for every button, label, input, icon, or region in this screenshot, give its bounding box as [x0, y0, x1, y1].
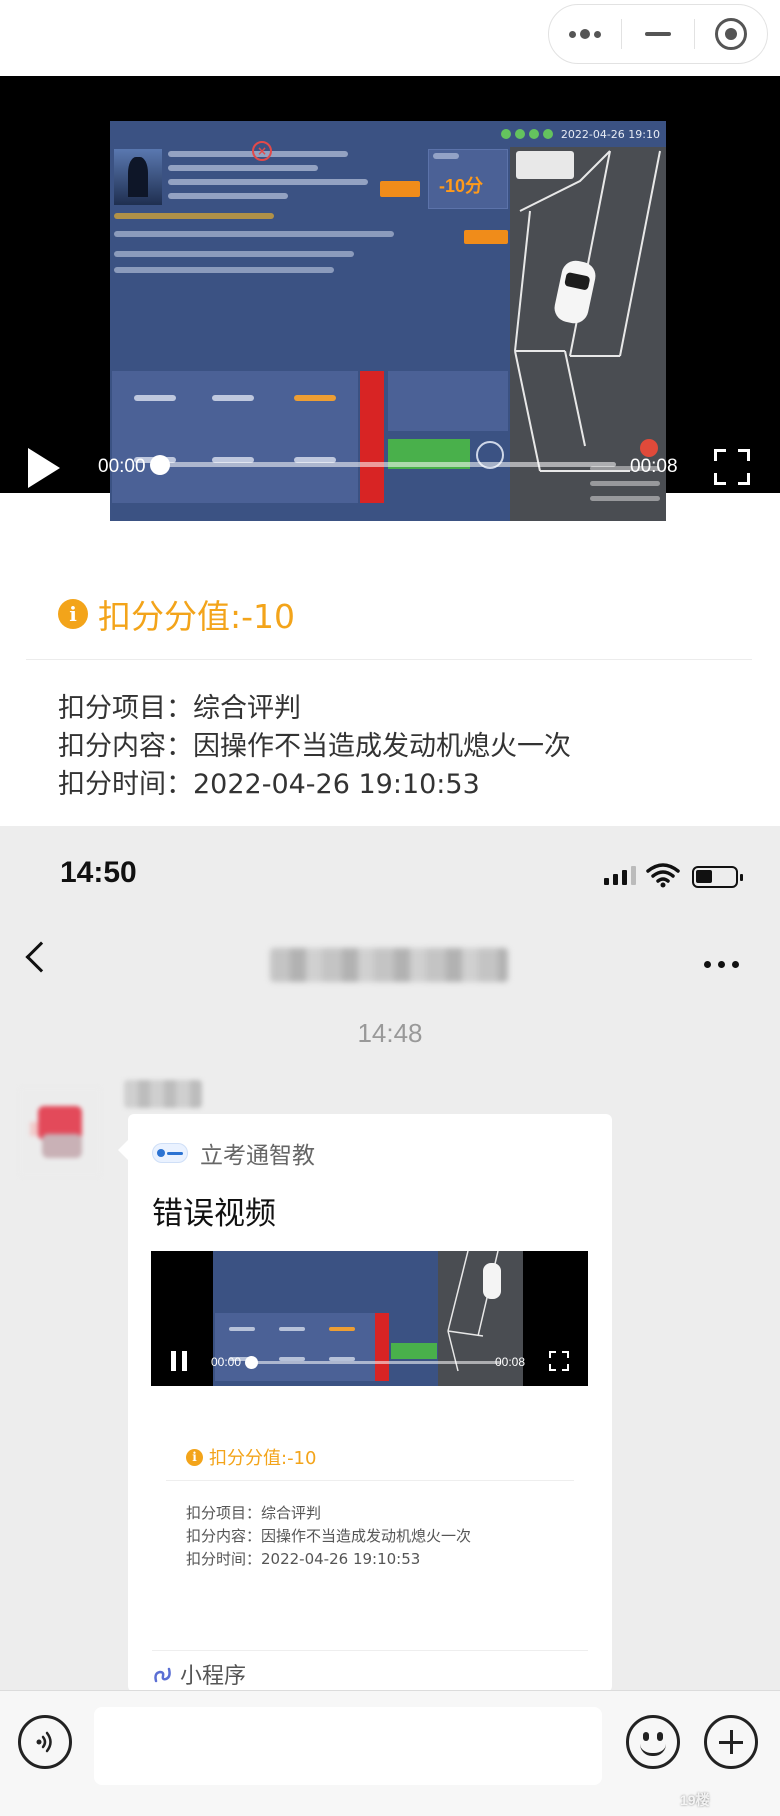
mini-program-card[interactable]: 立考通智教 错误视频 00:00 00:08 i 扣分分值:-10 扣分项目：综… — [118, 1114, 612, 1692]
card-deduction-content: 扣分内容：因操作不当造成发动机熄火一次 — [186, 1527, 472, 1545]
card-source-name: 立考通智教 — [200, 1143, 315, 1169]
video-progress-bar[interactable] — [150, 455, 616, 475]
status-time: 14:50 — [60, 856, 137, 889]
video-player[interactable]: 2022-04-26 19:10 × -10分 00:00 00:08 — [0, 76, 780, 521]
card-video-progress-knob[interactable] — [245, 1356, 258, 1369]
card-source: 立考通智教 — [152, 1136, 315, 1170]
wifi-icon — [646, 863, 680, 888]
message-input[interactable] — [94, 1707, 602, 1785]
minimize-icon — [645, 32, 671, 36]
card-deduction-title: i 扣分分值:-10 — [186, 1444, 316, 1470]
deduction-score: 扣分分值:-10 — [98, 597, 296, 636]
card-deduction-time: 扣分时间：2022-04-26 19:10:53 — [186, 1550, 421, 1568]
mini-program-icon — [154, 1667, 171, 1683]
mini-program-label: 小程序 — [180, 1664, 247, 1689]
card-title: 错误视频 — [152, 1196, 276, 1232]
screen-end-exam — [388, 371, 508, 431]
screen-score-box: -10分 — [428, 149, 508, 209]
close-target-icon — [715, 18, 747, 50]
plus-icon[interactable] — [704, 1715, 758, 1769]
divider — [152, 1650, 588, 1651]
watermark-logo: 19楼 — [680, 1792, 710, 1808]
deduction-title: i 扣分分值:-10 — [58, 590, 295, 638]
deduction-item: 扣分项目：综合评判 — [58, 693, 301, 724]
video-time-total: 00:08 — [630, 456, 678, 477]
chat-more-icon[interactable] — [704, 961, 739, 968]
screen-button-grid — [112, 371, 358, 503]
student-photo — [114, 149, 162, 205]
capsule-menu — [548, 4, 768, 64]
info-icon: i — [58, 599, 88, 629]
screen-location-line — [114, 213, 274, 219]
video-time-current: 00:00 — [98, 456, 146, 477]
mini-program-footer: 小程序 — [152, 1658, 246, 1690]
screen-row — [114, 231, 394, 237]
error-mark-icon: × — [252, 141, 272, 161]
screen-row — [114, 251, 354, 257]
chat-screen: 14:50 14:48 立考通智教 错误视频 00:00 00:08 i 扣分分… — [0, 826, 780, 1816]
card-deduction-score: 扣分分值:-10 — [209, 1448, 317, 1469]
screen-score: -10分 — [439, 176, 484, 196]
screen-red-dot — [640, 439, 658, 457]
divider — [26, 659, 752, 660]
chat-input-bar — [0, 1690, 780, 1816]
card-video-time-total: 00:08 — [495, 1355, 526, 1369]
close-button[interactable] — [695, 5, 767, 63]
deduction-content: 扣分内容：因操作不当造成发动机熄火一次 — [58, 731, 571, 762]
card-deduction-item: 扣分项目：综合评判 — [186, 1504, 322, 1522]
source-logo-icon — [152, 1143, 188, 1163]
exam-status-bar: 2022-04-26 19:10 — [110, 121, 666, 147]
minimize-button[interactable] — [622, 5, 694, 63]
screen-zoom-controls — [516, 151, 574, 179]
fullscreen-icon[interactable] — [714, 449, 750, 485]
back-chevron-icon[interactable] — [25, 941, 57, 973]
battery-icon — [692, 866, 743, 888]
card-deduction-details: 扣分项目：综合评判 扣分内容：因操作不当造成发动机熄火一次 扣分时间：2022-… — [186, 1502, 471, 1571]
card-video-player[interactable]: 00:00 00:08 — [151, 1251, 588, 1386]
card-video-progress-bar[interactable] — [245, 1356, 501, 1369]
emoji-icon[interactable] — [626, 1715, 680, 1769]
chat-title-blurred — [270, 948, 508, 982]
video-progress-knob[interactable] — [150, 455, 170, 475]
card-video-frame — [213, 1251, 523, 1386]
pause-icon[interactable] — [171, 1351, 187, 1371]
sender-name-blurred — [124, 1080, 202, 1108]
screen-row — [114, 267, 334, 273]
student-info-blurred — [168, 151, 388, 203]
more-button[interactable] — [549, 5, 621, 63]
signal-icon — [604, 866, 636, 885]
avatar[interactable] — [20, 1088, 100, 1176]
deduction-time: 扣分时间：2022-04-26 19:10:53 — [58, 769, 480, 800]
info-icon: i — [186, 1448, 203, 1466]
message-timestamp: 14:48 — [357, 1018, 423, 1048]
screen-datetime: 2022-04-26 19:10 — [560, 127, 660, 141]
mini-program-top-bar — [0, 0, 780, 76]
play-icon[interactable] — [28, 448, 60, 488]
screen-pause-timer — [360, 371, 384, 503]
more-dots-icon — [569, 29, 601, 39]
screen-tag — [380, 181, 420, 197]
card-video-time-current: 00:00 — [211, 1355, 242, 1369]
video-frame: 2022-04-26 19:10 × -10分 — [110, 121, 666, 521]
screen-orange-button — [464, 230, 508, 244]
voice-icon[interactable] — [18, 1715, 72, 1769]
fullscreen-icon[interactable] — [549, 1351, 569, 1371]
deduction-details: 扣分项目：综合评判 扣分内容：因操作不当造成发动机熄火一次 扣分时间：2022-… — [58, 690, 571, 804]
divider — [166, 1480, 574, 1481]
status-icons — [500, 129, 553, 139]
